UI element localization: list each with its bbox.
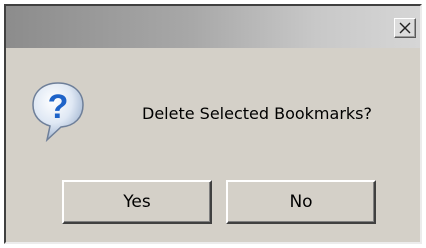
svg-text:?: ?: [48, 88, 69, 126]
close-icon: [399, 22, 411, 34]
delete-bookmarks-dialog: ? Delete Selected Bookmarks? Yes No: [4, 4, 422, 244]
close-button[interactable]: [394, 18, 416, 38]
title-bar[interactable]: [6, 6, 420, 48]
dialog-message: Delete Selected Bookmarks?: [142, 104, 372, 123]
yes-button[interactable]: Yes: [62, 180, 212, 224]
no-button[interactable]: No: [226, 180, 376, 224]
question-icon: ?: [30, 80, 86, 146]
